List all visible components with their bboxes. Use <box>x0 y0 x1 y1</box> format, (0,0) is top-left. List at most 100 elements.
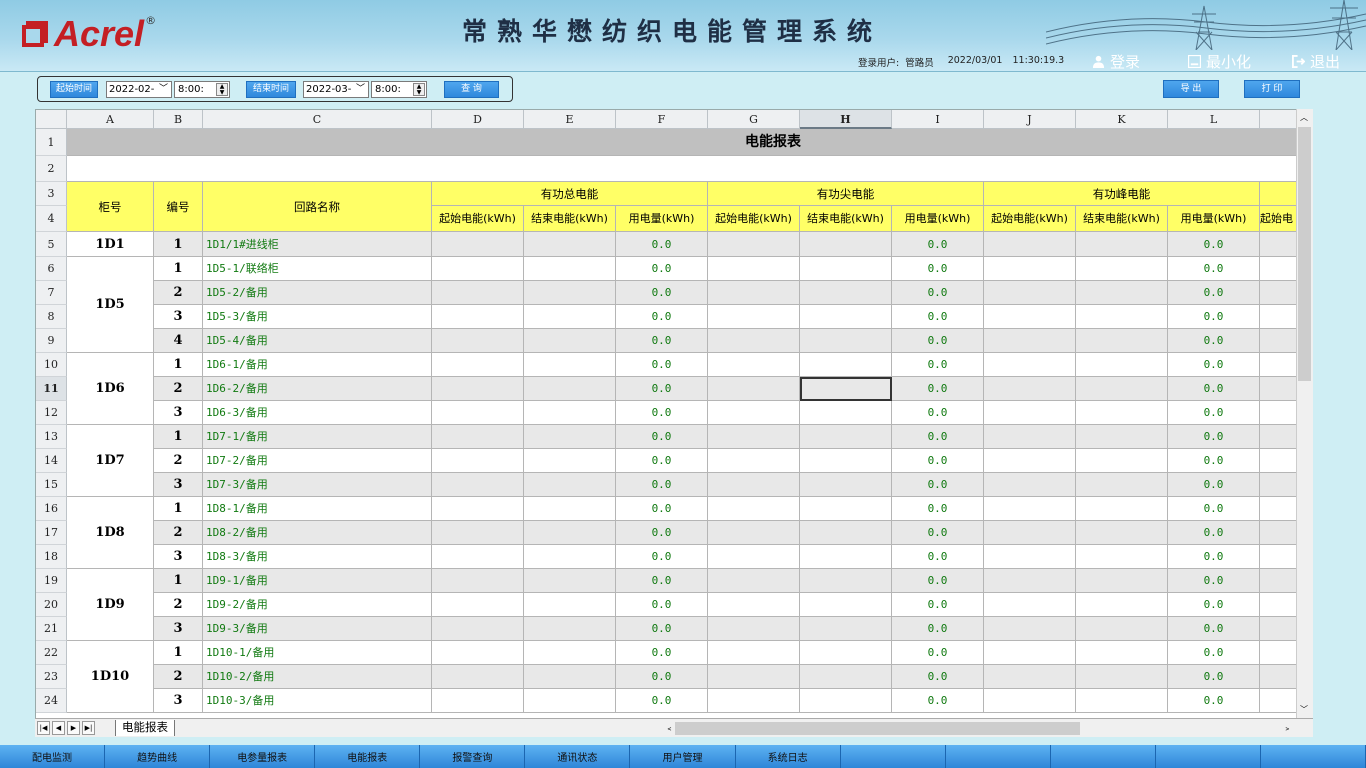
index-cell[interactable]: 3 <box>154 305 203 329</box>
bottom-nav-item[interactable] <box>1051 745 1156 768</box>
energy-cell[interactable] <box>432 281 524 305</box>
usage-cell[interactable]: 0.0 <box>892 425 984 449</box>
energy-cell[interactable] <box>1076 665 1168 689</box>
row-header[interactable]: 10 <box>36 353 67 377</box>
energy-cell[interactable] <box>800 473 892 497</box>
energy-cell[interactable] <box>984 353 1076 377</box>
usage-cell[interactable]: 0.0 <box>616 257 708 281</box>
energy-cell[interactable] <box>800 257 892 281</box>
loop-name-cell[interactable]: 1D8-1/备用 <box>203 497 432 521</box>
energy-cell[interactable] <box>708 593 800 617</box>
loop-name-cell[interactable]: 1D5-1/联络柜 <box>203 257 432 281</box>
index-cell[interactable]: 1 <box>154 497 203 521</box>
row-header[interactable]: 11 <box>36 377 67 401</box>
index-cell[interactable]: 3 <box>154 473 203 497</box>
usage-cell[interactable]: 0.0 <box>616 473 708 497</box>
energy-cell[interactable] <box>984 521 1076 545</box>
horizontal-scroll-thumb[interactable] <box>675 722 1080 735</box>
sheet-tab[interactable]: 电能报表 <box>115 720 175 736</box>
loop-name-cell[interactable]: 1D10-1/备用 <box>203 641 432 665</box>
energy-cell[interactable] <box>524 401 616 425</box>
start-date-select[interactable]: 2022-02- ﹀ <box>106 81 172 98</box>
usage-cell[interactable]: 0.0 <box>892 521 984 545</box>
usage-cell[interactable]: 0.0 <box>1168 473 1260 497</box>
bottom-nav-item[interactable]: 配电监测 <box>0 745 106 768</box>
energy-cell[interactable] <box>984 689 1076 713</box>
usage-cell[interactable]: 0.0 <box>1168 569 1260 593</box>
column-header[interactable]: F <box>616 110 708 129</box>
usage-cell[interactable]: 0.0 <box>616 281 708 305</box>
usage-cell[interactable]: 0.0 <box>616 689 708 713</box>
usage-cell[interactable]: 0.0 <box>892 353 984 377</box>
usage-cell[interactable]: 0.0 <box>892 281 984 305</box>
column-header[interactable]: I <box>892 110 984 129</box>
energy-cell[interactable] <box>800 232 892 257</box>
loop-name-cell[interactable]: 1D5-2/备用 <box>203 281 432 305</box>
energy-cell[interactable] <box>708 257 800 281</box>
energy-cell[interactable] <box>1076 497 1168 521</box>
usage-cell[interactable]: 0.0 <box>1168 449 1260 473</box>
usage-cell[interactable]: 0.0 <box>892 617 984 641</box>
energy-cell[interactable] <box>1076 593 1168 617</box>
usage-cell[interactable]: 0.0 <box>1168 329 1260 353</box>
energy-cell[interactable] <box>708 232 800 257</box>
print-button[interactable]: 打 印 <box>1244 80 1300 98</box>
bottom-nav-item[interactable]: 趋势曲线 <box>105 745 211 768</box>
energy-cell[interactable] <box>432 473 524 497</box>
loop-name-cell[interactable]: 1D8-3/备用 <box>203 545 432 569</box>
energy-cell[interactable] <box>800 665 892 689</box>
energy-cell[interactable] <box>432 689 524 713</box>
energy-cell[interactable] <box>432 569 524 593</box>
energy-cell[interactable] <box>432 641 524 665</box>
row-header[interactable]: 24 <box>36 689 67 713</box>
energy-cell[interactable] <box>432 257 524 281</box>
energy-cell[interactable] <box>984 473 1076 497</box>
usage-cell[interactable]: 0.0 <box>892 569 984 593</box>
last-sheet-icon[interactable]: ▶| <box>82 721 95 735</box>
energy-cell[interactable] <box>432 329 524 353</box>
energy-cell[interactable] <box>800 521 892 545</box>
bottom-nav-item[interactable] <box>1261 745 1366 768</box>
usage-cell[interactable]: 0.0 <box>1168 353 1260 377</box>
energy-cell[interactable] <box>1076 689 1168 713</box>
index-cell[interactable]: 3 <box>154 689 203 713</box>
energy-cell[interactable] <box>524 593 616 617</box>
index-cell[interactable]: 3 <box>154 617 203 641</box>
index-cell[interactable]: 1 <box>154 569 203 593</box>
energy-cell[interactable] <box>1076 353 1168 377</box>
energy-cell[interactable] <box>1076 449 1168 473</box>
energy-cell[interactable] <box>708 377 800 401</box>
energy-cell[interactable] <box>432 593 524 617</box>
loop-name-cell[interactable]: 1D9-1/备用 <box>203 569 432 593</box>
exit-button[interactable]: 退出 <box>1292 52 1340 71</box>
prev-sheet-icon[interactable]: ◀ <box>52 721 65 735</box>
energy-cell[interactable] <box>800 305 892 329</box>
energy-cell[interactable] <box>800 281 892 305</box>
energy-cell[interactable] <box>984 449 1076 473</box>
usage-cell[interactable]: 0.0 <box>1168 377 1260 401</box>
column-header[interactable]: A <box>67 110 154 129</box>
energy-cell[interactable] <box>524 473 616 497</box>
energy-cell[interactable] <box>708 545 800 569</box>
spinner-icon[interactable]: ▲ ▼ <box>413 83 425 96</box>
energy-cell[interactable] <box>432 377 524 401</box>
usage-cell[interactable]: 0.0 <box>616 329 708 353</box>
row-header[interactable]: 4 <box>36 206 67 232</box>
usage-cell[interactable]: 0.0 <box>1168 401 1260 425</box>
energy-cell[interactable] <box>800 401 892 425</box>
bottom-nav-item[interactable]: 用户管理 <box>630 745 736 768</box>
energy-cell[interactable] <box>432 401 524 425</box>
column-header[interactable]: B <box>154 110 203 129</box>
loop-name-cell[interactable]: 1D5-4/备用 <box>203 329 432 353</box>
loop-name-cell[interactable]: 1D7-1/备用 <box>203 425 432 449</box>
bottom-nav-item[interactable] <box>841 745 946 768</box>
energy-cell[interactable] <box>1076 569 1168 593</box>
energy-cell[interactable] <box>524 305 616 329</box>
usage-cell[interactable]: 0.0 <box>1168 593 1260 617</box>
energy-cell[interactable] <box>800 689 892 713</box>
row-header[interactable]: 6 <box>36 257 67 281</box>
energy-cell[interactable] <box>1076 521 1168 545</box>
usage-cell[interactable]: 0.0 <box>616 497 708 521</box>
usage-cell[interactable]: 0.0 <box>1168 497 1260 521</box>
usage-cell[interactable]: 0.0 <box>616 377 708 401</box>
